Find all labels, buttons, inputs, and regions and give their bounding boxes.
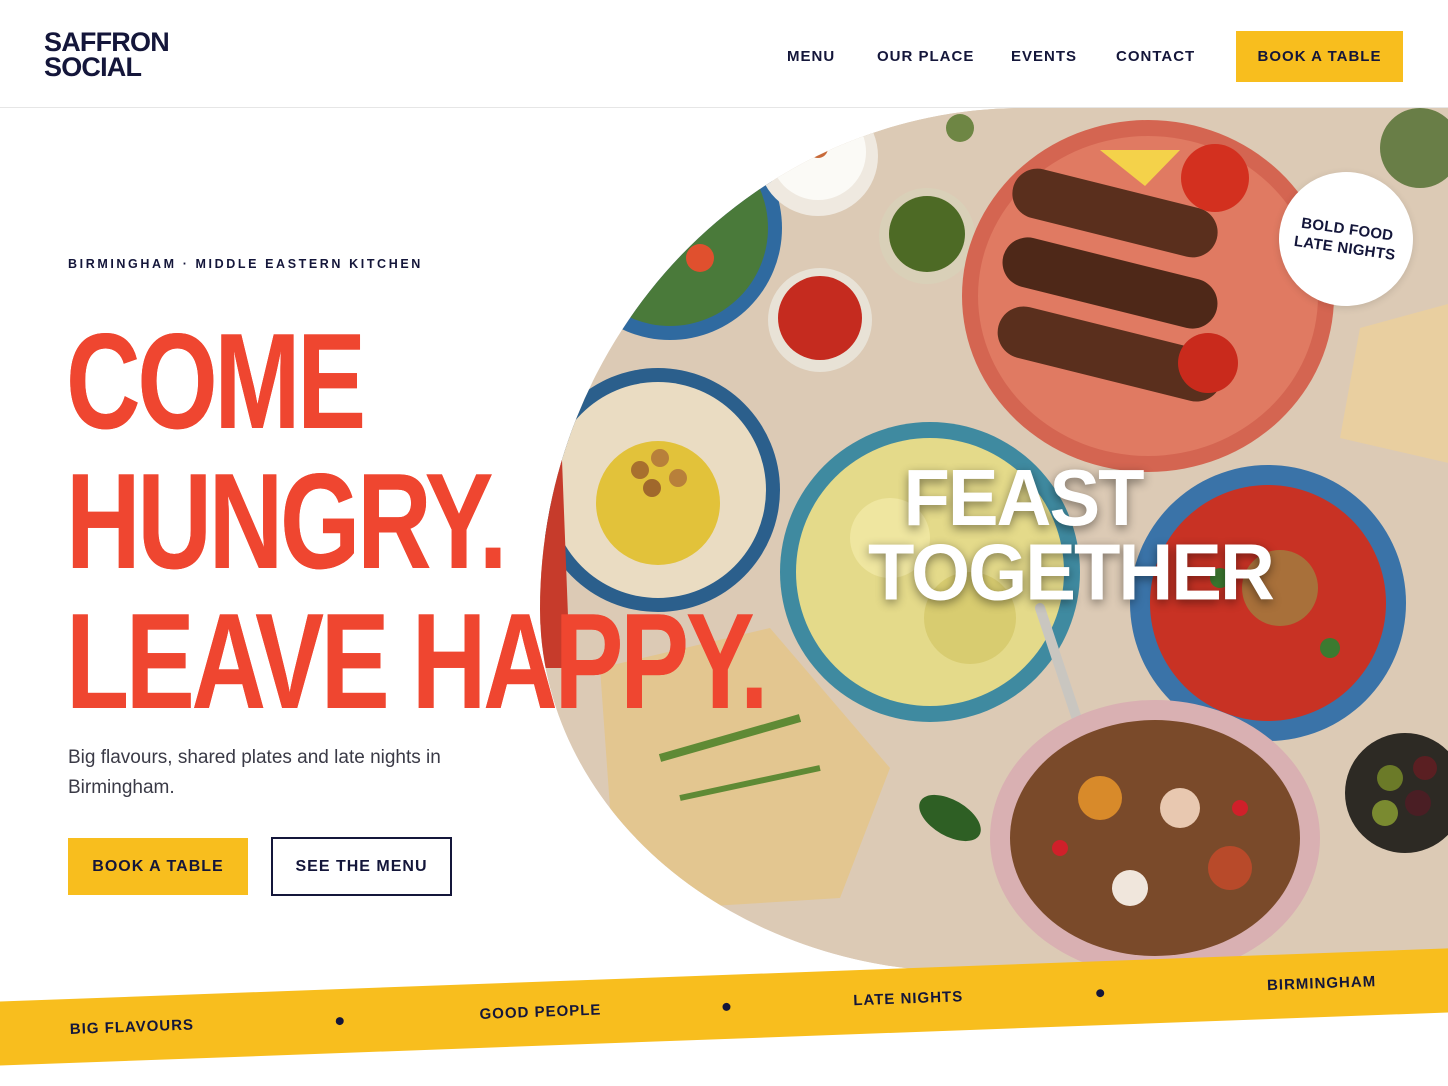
logo-line-2: SOCIAL [44,52,142,82]
header-book-table-button[interactable]: BOOK A TABLE [1236,31,1403,82]
headline-line-1: COME [66,304,366,458]
hero-headline: COME HUNGRY. LEAVE HAPPY. [66,304,919,736]
nav-item-contact[interactable]: CONTACT [1116,48,1195,65]
ribbon-item-late-nights: LATE NIGHTS [853,988,964,1010]
logo[interactable]: SAFFRON SOCIAL [44,29,170,82]
nav-item-our-place[interactable]: OUR PLACE [877,48,974,65]
site-header: SAFFRON SOCIAL MENU OUR PLACE EVENTS CON… [0,0,1448,108]
book-table-button[interactable]: BOOK A TABLE [68,838,248,895]
dot-separator-icon [1096,989,1105,998]
nav-item-menu[interactable]: MENU [787,48,835,65]
dot-separator-icon [722,1002,731,1012]
headline-line-2: HUNGRY. [66,444,507,598]
hero-subcopy: Big flavours, shared plates and late nig… [68,747,441,798]
page: SAFFRON SOCIAL MENU OUR PLACE EVENTS CON… [0,0,1448,1086]
ribbon-item-birmingham: BIRMINGHAM [1266,973,1377,995]
nav-item-events[interactable]: EVENTS [1011,48,1077,65]
see-menu-button[interactable]: SEE THE MENU [271,837,452,896]
headline-line-3: LEAVE HAPPY. [66,584,769,738]
ribbon-item-good-people: GOOD PEOPLE [479,1001,602,1023]
hero-eyebrow: BIRMINGHAM · MIDDLE EASTERN KITCHEN [68,257,423,271]
dot-separator-icon [335,1016,344,1026]
ribbon-item-big-flavours: BIG FLAVOURS [69,1016,195,1038]
